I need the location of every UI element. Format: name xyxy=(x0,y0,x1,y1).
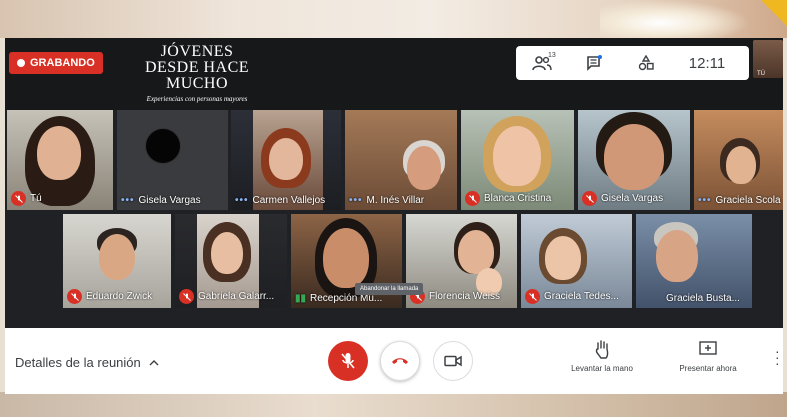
participants-button[interactable]: 13 xyxy=(516,52,568,71)
self-view-label: TÚ xyxy=(757,71,765,77)
more-vert-icon: · · · xyxy=(775,343,780,371)
participant-grid: Tú ••• Gisela Vargas ••• Carmen Vallejos xyxy=(5,110,783,328)
chat-icon xyxy=(587,55,602,71)
present-now-button[interactable]: Presentar ahora xyxy=(663,338,753,373)
participant-label: Gabriela Galarr... xyxy=(179,289,274,304)
mic-off-icon xyxy=(341,353,355,369)
leave-call-button[interactable] xyxy=(380,341,420,381)
speaking-dots-icon: ••• xyxy=(349,195,363,206)
meeting-details-label: Detalles de la reunión xyxy=(15,355,141,370)
participant-label: Blanca Cristina xyxy=(465,191,551,206)
speaking-dots-icon: ••• xyxy=(698,195,712,206)
chevron-up-icon xyxy=(149,359,159,365)
participant-label: Graciela Busta... xyxy=(666,293,740,304)
participant-name: Tú xyxy=(30,193,42,204)
speaking-dots-icon: ••• xyxy=(235,195,249,206)
participant-label: Florencia Weiss xyxy=(410,289,500,304)
clock-time: 12:11 xyxy=(688,54,726,72)
mic-off-icon xyxy=(67,289,82,304)
brand-title-line2: DESDE HACE MUCHO xyxy=(144,59,250,92)
brand-logo: JÓVENES DESDE HACE MUCHO Experiencias co… xyxy=(117,43,277,104)
raise-hand-label: Levantar la mano xyxy=(571,364,633,373)
participant-label: ••• Carmen Vallejos xyxy=(235,195,325,206)
present-now-label: Presentar ahora xyxy=(679,364,737,373)
participant-tile[interactable]: ••• Gisela Vargas xyxy=(117,110,228,210)
phone-hangup-icon xyxy=(392,358,408,364)
decorative-flower xyxy=(600,0,750,38)
mic-off-icon xyxy=(179,289,194,304)
mic-off-icon xyxy=(11,191,26,206)
meeting-info-panel: 13 12:11 xyxy=(516,46,749,80)
participant-name: Gabriela Galarr... xyxy=(198,291,275,302)
camera-toggle-button[interactable] xyxy=(433,341,473,381)
hand-icon xyxy=(595,340,609,359)
participant-tile[interactable]: Eduardo Zwick xyxy=(63,214,171,308)
participant-tile[interactable]: Blanca Cristina xyxy=(461,110,574,210)
call-controls-bar: Detalles de la reunión Levantar la mano … xyxy=(5,328,783,394)
participant-name: Graciela Busta... xyxy=(666,293,740,304)
participant-name: Carmen Vallejos xyxy=(252,195,326,206)
participant-tile[interactable]: Gisela Vargas xyxy=(578,110,690,210)
participant-name: Gisela Vargas xyxy=(601,193,664,204)
present-screen-icon xyxy=(699,341,717,355)
participant-tile[interactable]: ••• Carmen Vallejos xyxy=(231,110,341,210)
participant-tile[interactable]: Gabriela Galarr... xyxy=(175,214,287,308)
participant-name: Blanca Cristina xyxy=(484,193,552,204)
brand-tagline: Experiencias con personas mayores xyxy=(146,95,248,103)
participant-tile[interactable]: Tú xyxy=(7,110,113,210)
shapes-icon xyxy=(638,55,654,71)
recording-badge: GRABANDO xyxy=(9,52,103,74)
participant-name: Florencia Weiss xyxy=(429,291,500,302)
participant-tile[interactable]: ••• Graciela Scola xyxy=(694,110,783,210)
participant-name: Gisela Vargas xyxy=(138,195,201,206)
recording-dot-icon xyxy=(17,59,25,67)
participant-label: Tú xyxy=(11,191,42,206)
participant-name: Eduardo Zwick xyxy=(86,291,153,302)
decorative-leaf xyxy=(761,0,787,26)
participant-label: Graciela Tedes... xyxy=(525,289,619,304)
participant-tile[interactable]: Graciela Busta... xyxy=(636,214,752,308)
mic-off-icon xyxy=(582,191,597,206)
participant-tile[interactable]: Graciela Tedes... xyxy=(521,214,632,308)
participants-count: 13 xyxy=(548,52,556,59)
participant-label: Gisela Vargas xyxy=(582,191,663,206)
participant-tile[interactable]: ••• M. Inés Villar xyxy=(345,110,457,210)
participant-name: Graciela Scola xyxy=(715,195,781,206)
audio-level-icon: ▮▮ xyxy=(295,293,307,304)
meeting-top-bar: GRABANDO JÓVENES DESDE HACE MUCHO Experi… xyxy=(5,38,783,110)
participant-label: ••• Gisela Vargas xyxy=(121,195,201,206)
camera-icon xyxy=(444,355,462,367)
raise-hand-button[interactable]: Levantar la mano xyxy=(557,338,647,373)
participant-name: M. Inés Villar xyxy=(366,195,425,206)
mic-off-icon xyxy=(465,191,480,206)
more-options-button[interactable]: · · · xyxy=(775,344,780,370)
chat-button[interactable] xyxy=(568,55,620,71)
mic-off-icon xyxy=(525,289,540,304)
decorative-background-bottom xyxy=(0,392,787,417)
participant-name: Graciela Tedes... xyxy=(544,291,619,302)
meeting-window: GRABANDO JÓVENES DESDE HACE MUCHO Experi… xyxy=(5,38,783,394)
avatar xyxy=(145,128,181,164)
participant-label: ••• Graciela Scola xyxy=(698,195,781,206)
brand-title-line1: JÓVENES xyxy=(160,43,234,60)
leave-call-tooltip: Abandonar la llamada xyxy=(355,283,424,295)
speaking-dots-icon: ••• xyxy=(121,195,135,206)
participant-label: Eduardo Zwick xyxy=(67,289,152,304)
recording-label: GRABANDO xyxy=(30,57,95,69)
microphone-toggle-button[interactable] xyxy=(328,341,368,381)
meeting-details-button[interactable]: Detalles de la reunión xyxy=(15,355,159,370)
activities-button[interactable] xyxy=(620,55,672,71)
participant-label: ••• M. Inés Villar xyxy=(349,195,424,206)
